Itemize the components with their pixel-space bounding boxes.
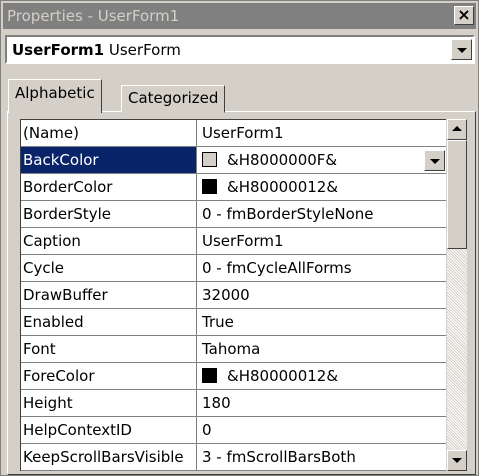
property-row[interactable]: (Name) UserForm1 — [21, 120, 446, 147]
property-value[interactable]: 0 - fmBorderStyleNone — [198, 201, 446, 227]
property-value: &H8000000F& — [227, 151, 338, 169]
property-row[interactable]: DrawBuffer 32000 — [21, 282, 446, 309]
property-row[interactable]: Cycle 0 - fmCycleAllForms — [21, 255, 446, 282]
property-name: Height — [23, 394, 73, 412]
property-value-cell[interactable]: &H8000000F& — [198, 147, 446, 173]
property-grid: (Name) UserForm1 BackColor &H8000000F& B… — [20, 119, 446, 471]
property-row[interactable]: BackColor &H8000000F& — [21, 147, 446, 174]
property-value[interactable]: UserForm1 — [198, 228, 446, 254]
property-row[interactable]: HelpContextID 0 — [21, 417, 446, 444]
title-bar[interactable]: Properties - UserForm1 × — [3, 3, 476, 29]
property-name: Enabled — [23, 313, 84, 331]
object-selector[interactable]: UserForm1 UserForm — [5, 35, 475, 64]
property-value[interactable]: 0 — [198, 417, 446, 443]
tab-alphabetic[interactable]: Alphabetic — [8, 79, 102, 113]
property-row[interactable]: KeepScrollBarsVisible 3 - fmScrollBarsBo… — [21, 444, 446, 471]
window-title: Properties - UserForm1 — [7, 7, 180, 25]
property-name: (Name) — [23, 124, 79, 142]
scroll-down-button[interactable] — [447, 450, 467, 471]
property-value-cell[interactable]: &H80000012& — [198, 174, 446, 200]
property-value[interactable]: Tahoma — [198, 336, 446, 362]
color-swatch — [202, 152, 217, 167]
value-dropdown-button[interactable] — [424, 150, 445, 171]
object-name: UserForm1 — [12, 41, 105, 59]
close-button[interactable]: × — [454, 6, 474, 25]
vertical-scrollbar[interactable] — [447, 119, 467, 471]
property-value[interactable]: 0 - fmCycleAllForms — [198, 255, 446, 281]
scroll-up-button[interactable] — [447, 119, 467, 140]
color-swatch — [202, 179, 217, 194]
property-name: BackColor — [21, 147, 196, 173]
property-value[interactable]: 32000 — [198, 282, 446, 308]
property-name: KeepScrollBarsVisible — [23, 448, 184, 466]
tab-categorized[interactable]: Categorized — [121, 85, 226, 113]
property-row[interactable]: Height 180 — [21, 390, 446, 417]
property-row[interactable]: BorderColor &H80000012& — [21, 174, 446, 201]
color-swatch — [202, 368, 217, 383]
object-type: UserForm — [108, 41, 181, 59]
property-value: &H80000012& — [227, 367, 339, 385]
property-name: BorderColor — [23, 178, 113, 196]
property-name: BorderStyle — [23, 205, 111, 223]
property-row[interactable]: Font Tahoma — [21, 336, 446, 363]
property-value[interactable]: UserForm1 — [198, 120, 446, 146]
object-selector-value: UserForm1 UserForm — [12, 41, 181, 59]
property-name: ForeColor — [23, 367, 95, 385]
property-name: Cycle — [23, 259, 64, 277]
property-value[interactable]: 180 — [198, 390, 446, 416]
object-selector-dropdown-button[interactable] — [451, 39, 472, 60]
property-value-cell[interactable]: &H80000012& — [198, 363, 446, 389]
property-value: &H80000012& — [227, 178, 339, 196]
property-row[interactable]: BorderStyle 0 - fmBorderStyleNone — [21, 201, 446, 228]
property-name: HelpContextID — [23, 421, 132, 439]
property-value[interactable]: 3 - fmScrollBarsBoth — [198, 444, 446, 470]
property-row[interactable]: ForeColor &H80000012& — [21, 363, 446, 390]
property-name: Caption — [23, 232, 81, 250]
property-name: DrawBuffer — [23, 286, 108, 304]
property-value[interactable]: True — [198, 309, 446, 335]
properties-window: Properties - UserForm1 × UserForm1 UserF… — [0, 0, 479, 476]
property-name: Font — [23, 340, 56, 358]
property-row[interactable]: Enabled True — [21, 309, 446, 336]
column-separator[interactable] — [196, 120, 197, 471]
property-row[interactable]: Caption UserForm1 — [21, 228, 446, 255]
scroll-thumb[interactable] — [447, 140, 467, 249]
